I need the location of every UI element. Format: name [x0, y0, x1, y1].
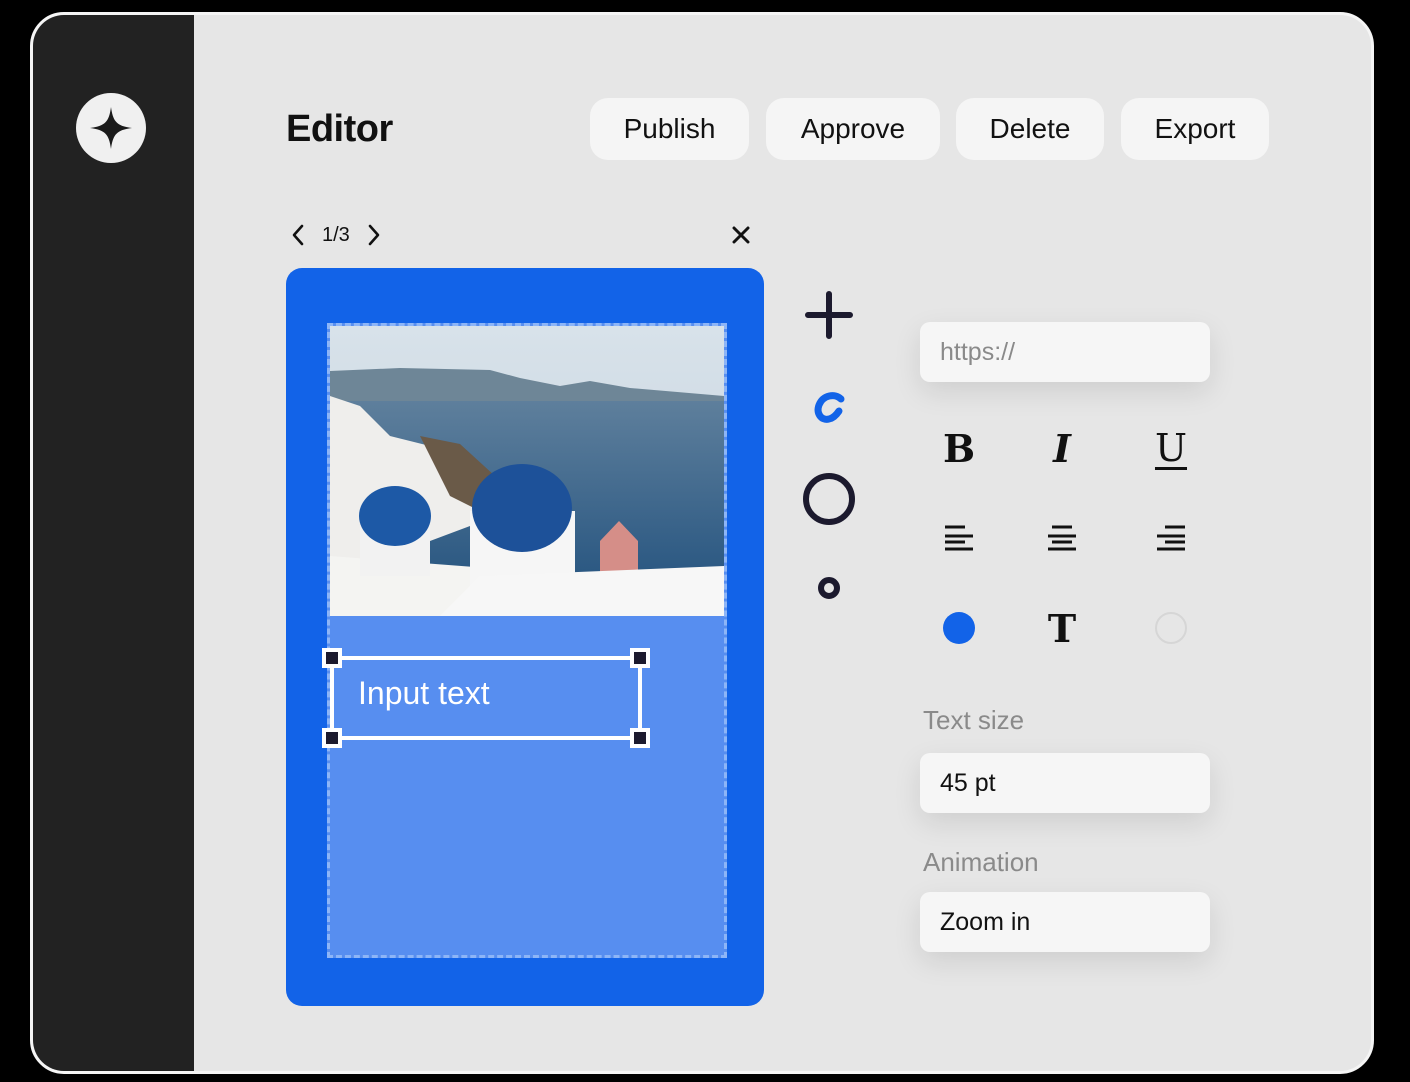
italic-button[interactable]: I — [1032, 418, 1092, 478]
link-icon[interactable] — [799, 379, 859, 439]
align-center-icon[interactable] — [1032, 508, 1092, 568]
delete-button[interactable]: Delete — [956, 98, 1104, 160]
underline-button[interactable]: U — [1141, 418, 1201, 478]
text-size-input[interactable]: 45 pt — [920, 753, 1210, 813]
publish-button[interactable]: Publish — [590, 98, 749, 160]
animation-label: Animation — [923, 847, 1039, 877]
main-area: Editor Publish Approve Delete Export 1/3 — [194, 15, 1371, 1071]
export-button[interactable]: Export — [1121, 98, 1269, 160]
align-right-icon[interactable] — [1141, 508, 1201, 568]
page-pager: 1/3 — [286, 220, 386, 250]
fill-color-swatch[interactable] — [929, 598, 989, 658]
app-logo[interactable] — [76, 93, 146, 163]
animation-select[interactable]: Zoom in — [920, 892, 1210, 952]
chevron-right-icon[interactable] — [362, 221, 386, 249]
resize-handle-top-right[interactable] — [630, 648, 650, 668]
align-left-icon[interactable] — [929, 508, 989, 568]
chevron-left-icon[interactable] — [286, 221, 310, 249]
content-frame[interactable]: Input text — [322, 323, 727, 958]
circle-shape-icon[interactable] — [799, 469, 859, 529]
close-icon[interactable] — [728, 222, 754, 248]
approve-button[interactable]: Approve — [766, 98, 940, 160]
point-icon[interactable] — [799, 558, 859, 618]
sidebar — [33, 15, 194, 1071]
text-box-placeholder[interactable]: Input text — [358, 675, 490, 712]
page-title: Editor — [286, 108, 393, 150]
page-count: 1/3 — [322, 223, 350, 246]
text-size-label: Text size — [923, 705, 1025, 735]
add-icon[interactable] — [799, 285, 859, 345]
slide-image[interactable] — [330, 326, 724, 616]
bold-button[interactable]: B — [929, 418, 989, 478]
slide-canvas[interactable]: Input text — [286, 268, 764, 1006]
resize-handle-bottom-left[interactable] — [322, 728, 342, 748]
no-color-swatch[interactable] — [1141, 598, 1201, 658]
sparkle-icon — [90, 107, 132, 149]
url-input[interactable]: https:// — [920, 322, 1210, 382]
resize-handle-top-left[interactable] — [322, 648, 342, 668]
text-style-button[interactable]: T — [1032, 598, 1092, 658]
editor-window: Editor Publish Approve Delete Export 1/3 — [30, 12, 1374, 1074]
resize-handle-bottom-right[interactable] — [630, 728, 650, 748]
text-box[interactable]: Input text — [322, 648, 650, 748]
